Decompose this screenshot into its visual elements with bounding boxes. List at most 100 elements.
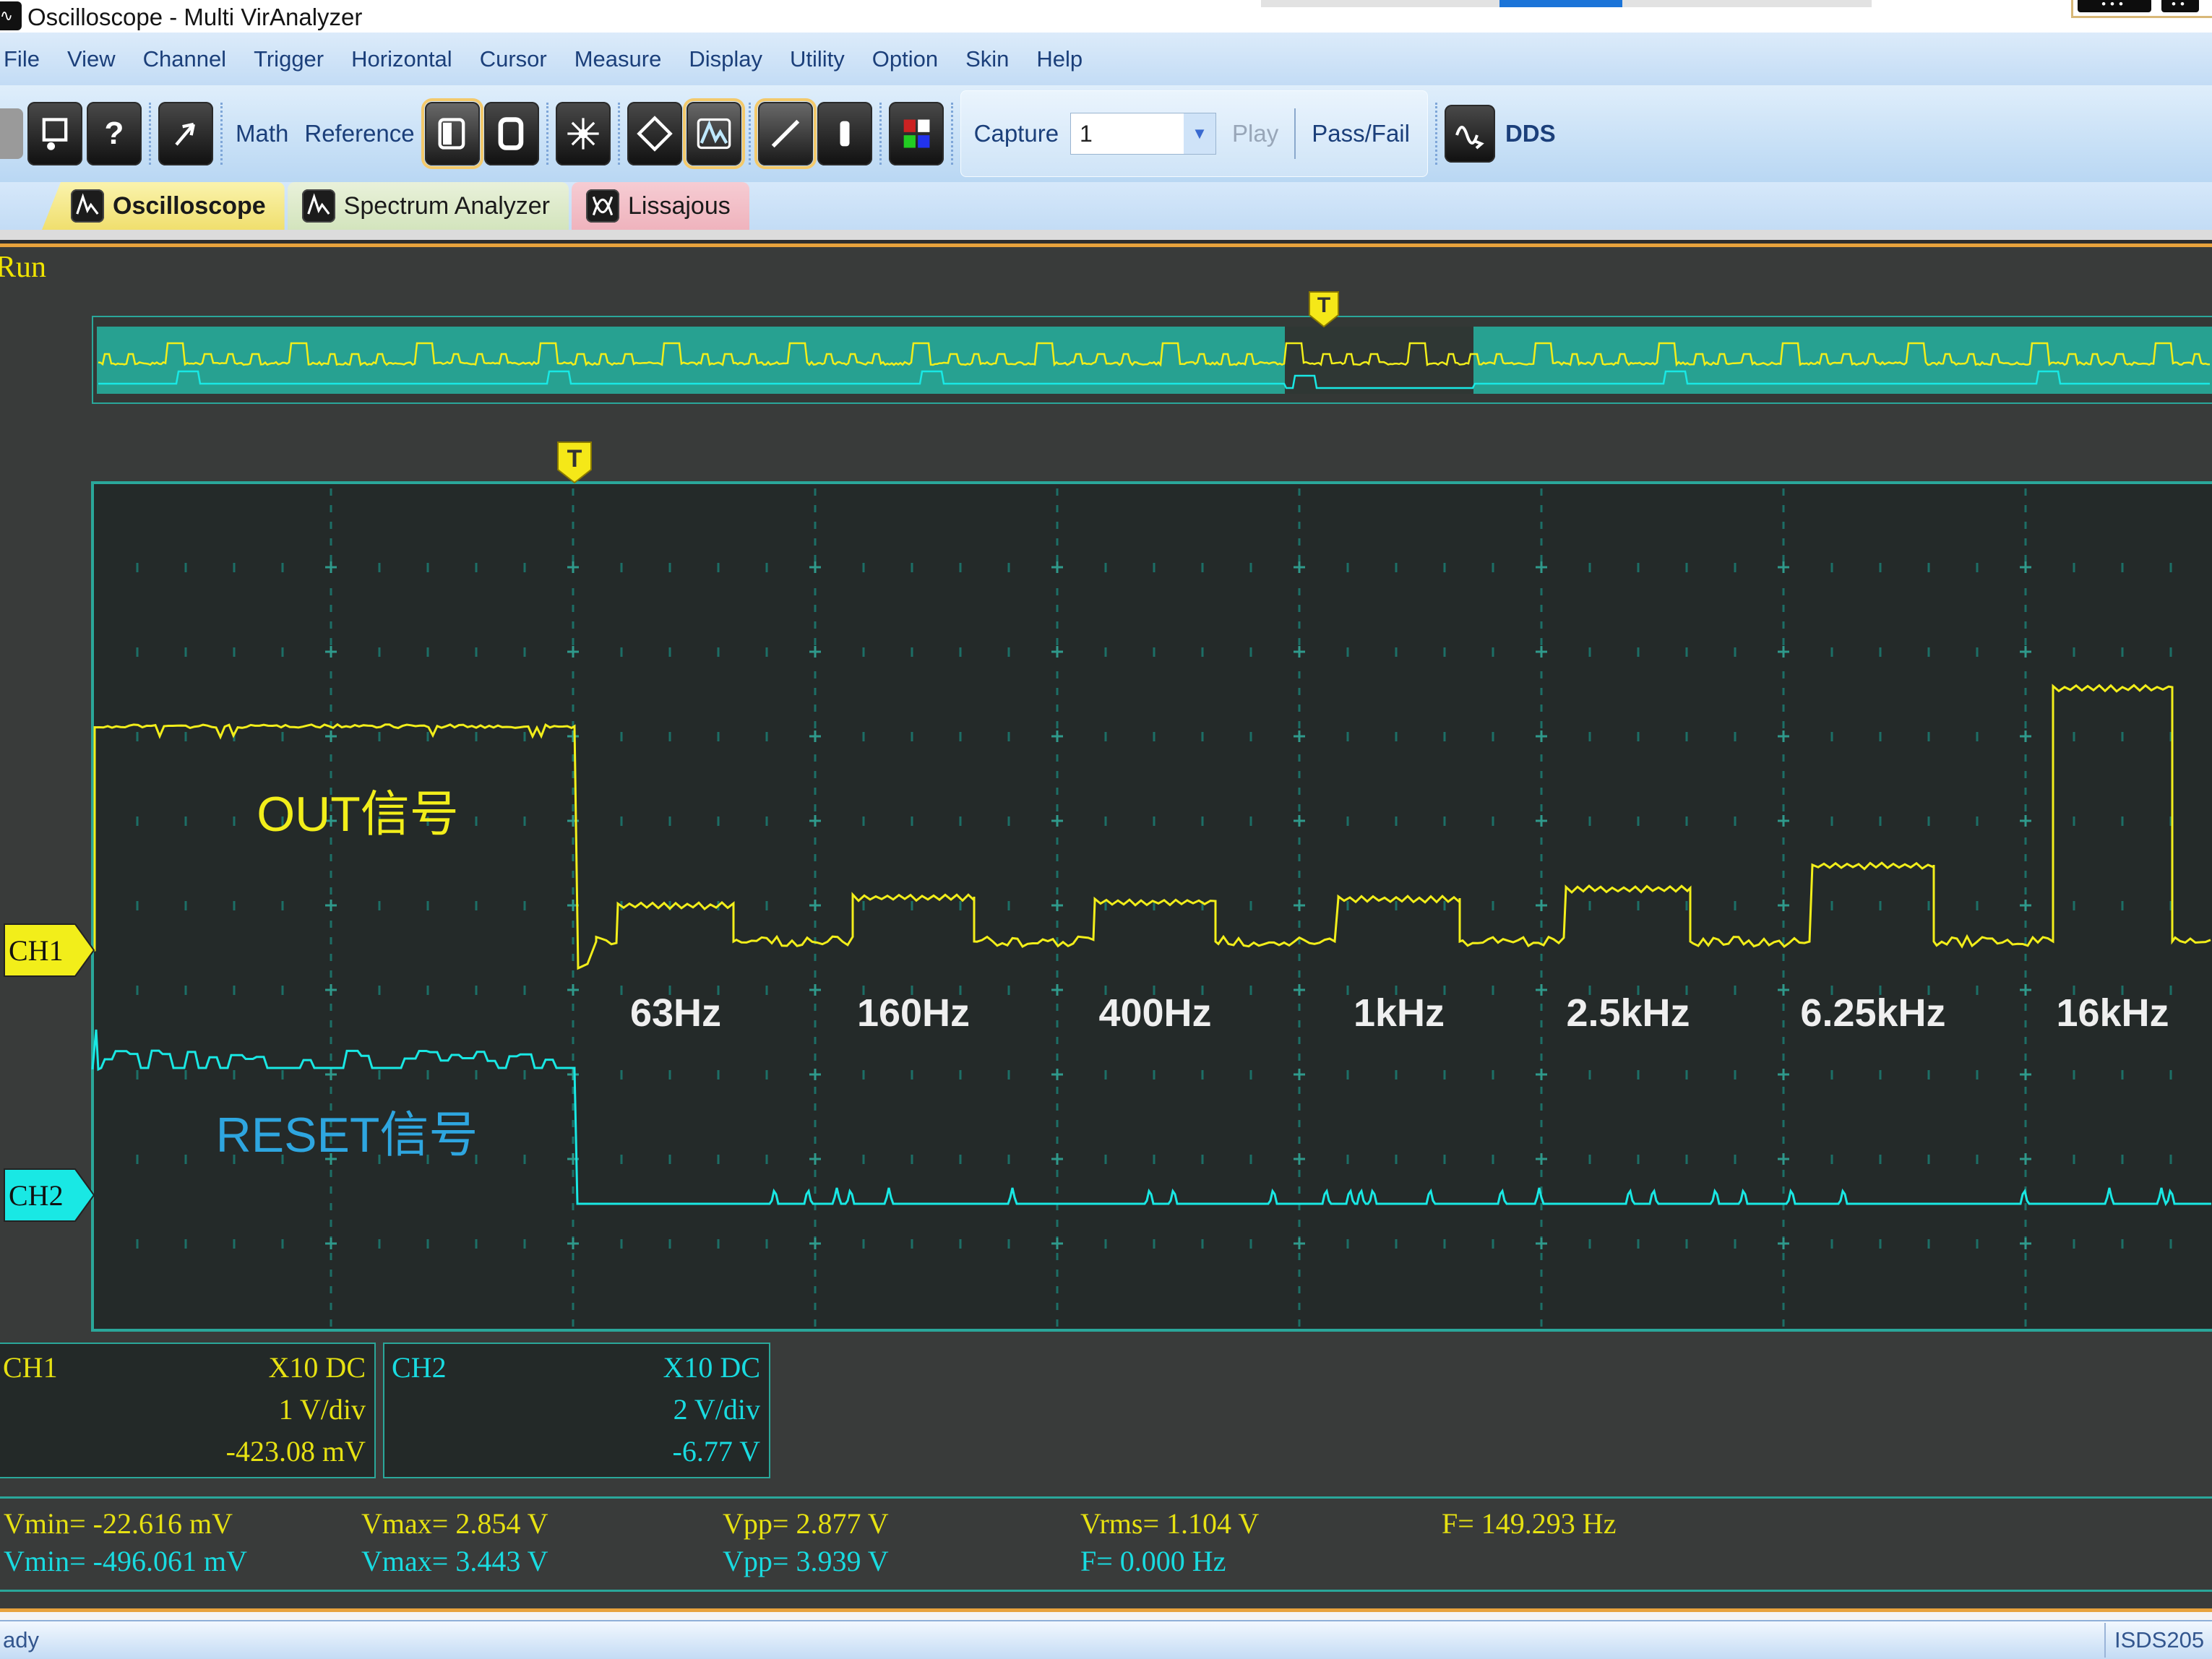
menu-item-cursor[interactable]: Cursor [466,33,561,85]
toolbar-separator [1435,103,1437,165]
menu-item-file[interactable]: File [0,33,53,85]
toolbar-separator [879,103,882,165]
toolbar-separator [749,103,751,165]
measurement-value: Vmax= 2.854 V [361,1507,548,1540]
menu-item-display[interactable]: Display [675,33,776,85]
tab-lissajous[interactable]: Lissajous [572,182,749,230]
zoom-window-button[interactable] [627,102,682,165]
oscilloscope-icon [71,189,104,223]
channel1-offset: -423.08 mV [226,1431,366,1473]
tab-label: Lissajous [628,192,731,220]
menu-item-channel[interactable]: Channel [129,33,240,85]
pointer-button[interactable] [158,102,213,165]
menu-bar: FileViewChannelTriggerHorizontalCursorMe… [0,33,2212,85]
color-palette-button[interactable] [889,102,944,165]
background-window-strip [1261,0,1872,7]
menu-item-trigger[interactable]: Trigger [240,33,337,85]
lissajous-icon [586,189,619,223]
tab-label: Oscilloscope [113,192,266,220]
fullscreen-button[interactable] [484,102,539,165]
autoset-button[interactable] [556,102,611,165]
help-button[interactable]: ? [87,102,142,165]
background-taskbar-fragment: ••• •• [2071,0,2212,18]
measurement-value: F= 0.000 Hz [1080,1544,1226,1578]
menu-item-measure[interactable]: Measure [561,33,676,85]
toolbar-separator [149,103,151,165]
white-band [0,1612,2212,1620]
toolbar-separator [546,103,548,165]
measurement-value: Vmin= -22.616 mV [4,1507,233,1540]
window-title: Oscilloscope - Multi VirAnalyzer [27,4,362,31]
status-text: ady [3,1627,39,1653]
toolbar-divider [1294,108,1296,159]
tab-spectrum-analyzer[interactable]: Spectrum Analyzer [288,182,569,230]
measurement-value: Vrms= 1.104 V [1080,1507,1259,1540]
autoset-icon [564,112,602,155]
channel1-vdiv: 1 V/div [279,1389,366,1431]
title-bar: ∿ Oscilloscope - Multi VirAnalyzer ••• •… [0,0,2212,33]
menu-item-help[interactable]: Help [1023,33,1096,85]
persistence-display-button[interactable] [687,102,741,165]
status-bar [0,1620,2212,1659]
status-divider [2104,1623,2106,1658]
toolbar-separator [618,103,620,165]
menu-item-horizontal[interactable]: Horizontal [337,33,466,85]
capture-select[interactable]: 1 ▼ [1070,113,1216,155]
toolbar-separator [220,103,223,165]
capture-value: 1 [1071,121,1184,147]
separator-line [0,1496,2212,1499]
clipped-toolbar-icon[interactable] [0,108,23,159]
menu-item-view[interactable]: View [53,33,129,85]
oscilloscope-app: ∿ Oscilloscope - Multi VirAnalyzer ••• •… [0,0,2212,1659]
yt-mode-button[interactable] [425,102,480,165]
menu-item-option[interactable]: Option [858,33,952,85]
tab-oscilloscope[interactable]: Oscilloscope [42,182,285,230]
dds-button[interactable] [1445,105,1495,163]
yt-mode-icon [434,112,471,155]
bar-icon [826,112,864,155]
spectrum-analyzer-icon [302,189,335,223]
menu-item-skin[interactable]: Skin [952,33,1023,85]
measurement-value: Vpp= 3.939 V [723,1544,889,1578]
toolbar: ? Math Reference [0,85,2212,182]
screen-icon [493,112,530,155]
measurement-value: Vpp= 2.877 V [723,1507,889,1540]
dot-display-button[interactable] [817,102,872,165]
device-model: ISDS205 [2114,1627,2204,1653]
diamond-icon [636,112,674,155]
channel1-info-box[interactable]: CH1 X10 DC 1 V/div -423.08 mV [0,1343,376,1478]
run-status: Run [0,250,46,285]
background-window-strip-highlight [1499,0,1622,7]
channel2-vdiv: 2 V/div [674,1389,760,1431]
tab-bar: Oscilloscope Spectrum Analyzer Lissajous [0,182,2212,230]
toolbar-separator [951,103,953,165]
taskbar-fragment-icon: ••• [2078,0,2151,12]
line-interpolation-button[interactable] [758,102,813,165]
tab-label: Spectrum Analyzer [344,192,550,220]
channel2-name: CH2 [392,1347,447,1389]
save-icon [36,112,74,155]
capture-label: Capture [968,120,1064,147]
math-button[interactable]: Math [230,120,294,147]
diagonal-line-icon [767,112,804,155]
channel2-info-box[interactable]: CH2 X10 DC 2 V/div -6.77 V [383,1343,770,1478]
chevron-down-icon[interactable]: ▼ [1184,113,1215,154]
play-button[interactable]: Play [1222,120,1288,147]
channel1-probe: X10 DC [269,1347,366,1389]
save-button[interactable] [27,102,82,165]
channel1-name: CH1 [3,1347,58,1389]
app-icon: ∿ [0,1,22,30]
reference-button[interactable]: Reference [298,120,420,147]
measurement-value: Vmin= -496.061 mV [4,1544,247,1578]
channel2-offset: -6.77 V [673,1431,760,1473]
measurements-ch2: Vmin= -496.061 mVVmax= 3.443 VVpp= 3.939… [0,1544,2212,1580]
menu-item-utility[interactable]: Utility [776,33,858,85]
pointer-icon [167,112,205,155]
measurement-value: F= 149.293 Hz [1442,1507,1616,1540]
capture-group: Capture 1 ▼ Play Pass/Fail [960,90,1428,177]
dds-label[interactable]: DDS [1499,120,1562,147]
question-icon: ? [105,116,124,152]
waveform-icon [695,112,733,155]
taskbar-fragment-icon: •• [2161,0,2199,12]
pass-fail-button[interactable]: Pass/Fail [1301,120,1420,147]
